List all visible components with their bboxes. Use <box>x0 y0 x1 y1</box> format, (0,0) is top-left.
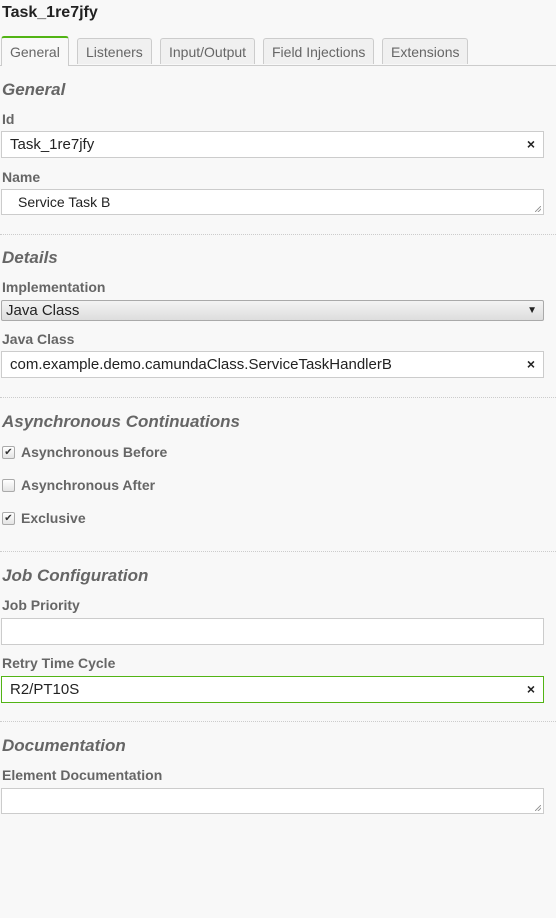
divider <box>0 551 556 552</box>
java-class-input[interactable]: com.example.demo.camundaClass.ServiceTas… <box>1 351 544 378</box>
element-documentation-textarea[interactable] <box>1 788 544 814</box>
tab-bar-line <box>0 65 556 66</box>
divider <box>0 397 556 398</box>
element-title: Task_1re7jfy <box>2 4 98 21</box>
clear-icon[interactable]: × <box>527 132 535 157</box>
section-heading-general: General <box>2 80 66 99</box>
java-class-label: Java Class <box>2 331 75 347</box>
implementation-value: Java Class <box>6 302 80 319</box>
name-value: Service Task B <box>18 194 111 210</box>
async-after-checkbox[interactable]: Asynchronous After <box>2 477 155 493</box>
divider <box>0 721 556 722</box>
name-label: Name <box>2 169 41 185</box>
job-priority-input[interactable] <box>1 618 544 645</box>
exclusive-label: Exclusive <box>21 510 86 526</box>
tab-extensions[interactable]: Extensions <box>382 38 469 64</box>
checkbox-checked-icon[interactable]: ✔ <box>2 445 15 459</box>
tab-input-output[interactable]: Input/Output <box>160 38 256 64</box>
tab-listeners[interactable]: Listeners <box>77 38 152 64</box>
retry-time-cycle-label: Retry Time Cycle <box>2 655 116 671</box>
implementation-label: Implementation <box>2 279 106 295</box>
section-heading-job: Job Configuration <box>2 566 149 585</box>
async-after-label: Asynchronous After <box>21 477 156 493</box>
divider <box>0 234 556 235</box>
section-heading-async: Asynchronous Continuations <box>2 412 240 431</box>
java-class-value: com.example.demo.camundaClass.ServiceTas… <box>10 356 392 373</box>
id-label: Id <box>2 111 15 127</box>
exclusive-checkbox[interactable]: ✔ Exclusive <box>2 510 86 526</box>
job-priority-label: Job Priority <box>2 597 80 613</box>
element-documentation-label: Element Documentation <box>2 767 163 783</box>
dropdown-arrow-icon: ▼ <box>527 305 537 316</box>
async-before-label: Asynchronous Before <box>21 444 168 460</box>
checkbox-unchecked-icon[interactable] <box>2 478 15 492</box>
checkbox-checked-icon[interactable]: ✔ <box>2 511 15 525</box>
async-before-checkbox[interactable]: ✔ Asynchronous Before <box>2 444 167 460</box>
name-textarea[interactable]: Service Task B <box>1 189 544 215</box>
id-value: Task_1re7jfy <box>10 136 95 153</box>
tab-field-injections[interactable]: Field Injections <box>263 38 375 64</box>
section-heading-details: Details <box>2 248 58 267</box>
clear-icon[interactable]: × <box>527 352 535 377</box>
clear-icon[interactable]: × <box>527 677 535 702</box>
resize-handle-icon[interactable] <box>535 206 541 212</box>
retry-time-cycle-input[interactable]: R2/PT10S × <box>1 676 544 703</box>
tab-general[interactable]: General <box>1 36 69 66</box>
implementation-select[interactable]: Java Class ▼ <box>1 300 544 321</box>
section-heading-documentation: Documentation <box>2 736 126 755</box>
retry-time-cycle-value: R2/PT10S <box>10 681 80 698</box>
resize-handle-icon[interactable] <box>535 805 541 811</box>
id-input[interactable]: Task_1re7jfy × <box>1 131 544 158</box>
